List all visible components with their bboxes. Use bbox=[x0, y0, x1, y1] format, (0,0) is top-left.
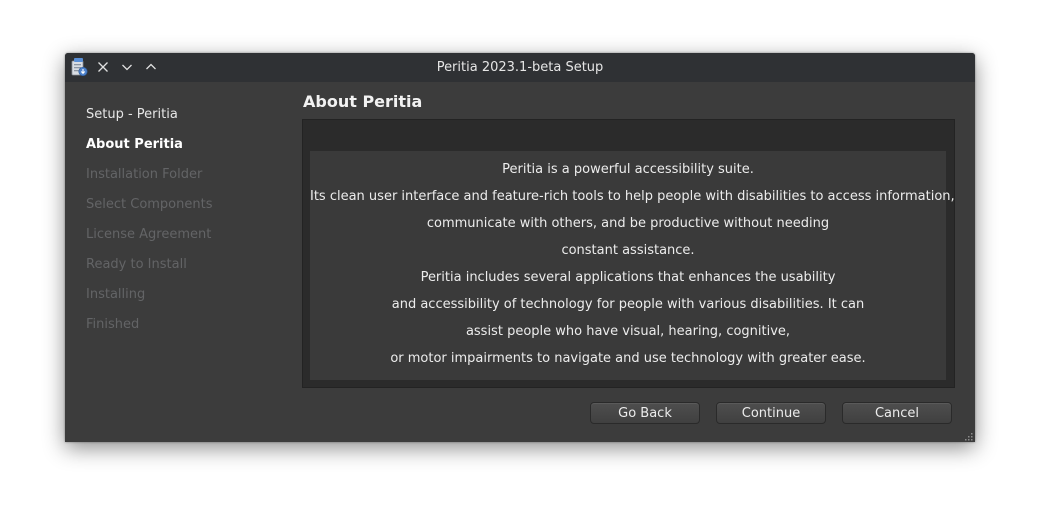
description-line: or motor impairments to navigate and use… bbox=[390, 351, 866, 366]
resize-grip-icon[interactable] bbox=[962, 429, 974, 441]
sidebar-item-installing: Installing bbox=[86, 287, 146, 302]
description-line: communicate with others, and be producti… bbox=[426, 216, 830, 231]
setup-steps-sidebar: Setup - Peritia About Peritia Installati… bbox=[86, 106, 286, 346]
description-line: constant assistance. bbox=[561, 243, 695, 258]
continue-button[interactable]: Continue bbox=[716, 402, 826, 424]
page-title: About Peritia bbox=[303, 92, 423, 111]
description-line: Peritia is a powerful accessibility suit… bbox=[502, 162, 754, 177]
title-bar[interactable]: Peritia 2023.1-beta Setup bbox=[65, 53, 975, 82]
cancel-button[interactable]: Cancel bbox=[842, 402, 952, 424]
go-back-button[interactable]: Go Back bbox=[590, 402, 700, 424]
sidebar-item-about: About Peritia bbox=[86, 137, 183, 152]
sidebar-item-select-components: Select Components bbox=[86, 197, 213, 212]
sidebar-item-installation-folder: Installation Folder bbox=[86, 167, 203, 182]
description-line: Its clean user interface and feature-ric… bbox=[310, 189, 955, 204]
window-title: Peritia 2023.1-beta Setup bbox=[436, 60, 604, 75]
description-text-area: Peritia is a powerful accessibility suit… bbox=[310, 151, 955, 380]
sidebar-item-finished: Finished bbox=[86, 317, 140, 332]
description-line: and accessibility of technology for peop… bbox=[391, 297, 865, 312]
installer-window: Peritia 2023.1-beta Setup Setup - Periti… bbox=[65, 53, 975, 442]
sidebar-item-license-agreement: License Agreement bbox=[86, 227, 212, 242]
description-line: Peritia includes several applications th… bbox=[420, 270, 836, 285]
description-line: assist people who have visual, hearing, … bbox=[465, 324, 791, 339]
sidebar-item-ready-to-install: Ready to Install bbox=[86, 257, 187, 272]
description-frame: Peritia is a powerful accessibility suit… bbox=[302, 119, 955, 388]
sidebar-item-setup: Setup - Peritia bbox=[86, 107, 178, 122]
